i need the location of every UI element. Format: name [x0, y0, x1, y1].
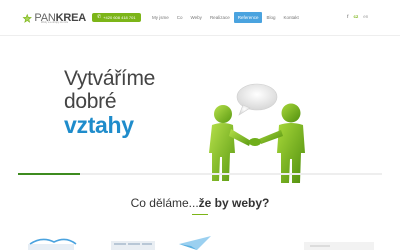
phone-icon: ✆ [97, 14, 102, 20]
service-card-2[interactable] [108, 232, 158, 250]
nav-item-weby[interactable]: Weby [187, 12, 206, 23]
facebook-icon[interactable]: f [347, 14, 349, 20]
hero-heading-line2: dobré [64, 90, 117, 113]
nav-item-realizace[interactable]: Realizace [206, 12, 234, 23]
right-figure [259, 103, 305, 183]
star-logo-icon [22, 13, 32, 23]
main-nav: My jsme Co Weby Realizace Reference Blog… [148, 12, 303, 23]
logo-tagline: Weby a e-shopy na míru [41, 21, 69, 24]
lang-cz[interactable]: cz [354, 14, 359, 20]
slider-progress-bar[interactable] [18, 173, 382, 175]
header-tools: f cz en [347, 14, 368, 20]
section-title-emphasis: že by weby? [198, 196, 270, 210]
service-card-3[interactable] [175, 232, 215, 250]
nav-item-my-jsme[interactable]: My jsme [148, 12, 173, 23]
section-title-underline [192, 214, 208, 215]
hero-heading-line3: vztahy [64, 112, 134, 138]
nav-item-blog[interactable]: Blog [262, 12, 279, 23]
phone-button[interactable]: ✆ +420 608 418 701 [92, 13, 141, 22]
site-header: PANKREA Weby a e-shopy na míru ✆ +420 60… [0, 0, 400, 36]
hero-heading-line1: Vytváříme [64, 67, 156, 90]
logo[interactable]: PANKREA Weby a e-shopy na míru [22, 8, 86, 28]
lang-en[interactable]: en [363, 14, 368, 20]
speech-bubble-icon [236, 83, 278, 116]
slider-progress-fill [18, 173, 80, 175]
nav-item-kontakt[interactable]: Kontakt [279, 12, 302, 23]
left-figure [209, 105, 251, 181]
service-card-1[interactable] [22, 232, 82, 250]
section-title-plain: Co děláme... [130, 196, 199, 210]
phone-number: +420 608 418 701 [103, 15, 136, 20]
service-cards-row [0, 232, 400, 250]
nav-item-reference[interactable]: Reference [233, 12, 263, 23]
nav-item-co[interactable]: Co [173, 12, 187, 23]
hero-banner: Vytváříme dobré vztahy [0, 36, 400, 183]
section-title: Co děláme...že by weby? [0, 196, 400, 210]
service-card-4[interactable] [300, 232, 380, 250]
